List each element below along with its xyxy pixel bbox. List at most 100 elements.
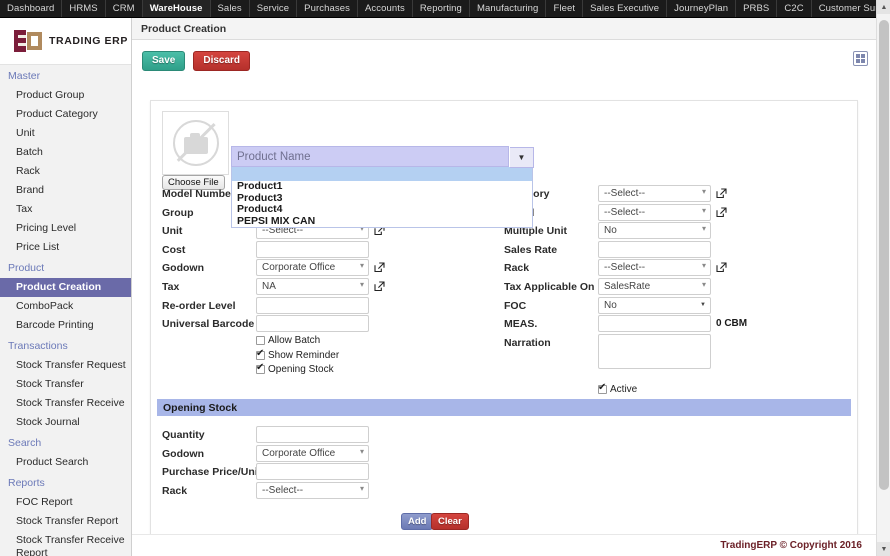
input-sales-rate[interactable]	[598, 240, 711, 258]
sidebar-item-brand[interactable]: Brand	[0, 181, 131, 200]
checkbox-active[interactable]: Active	[598, 382, 637, 395]
nav-item-manufacturing[interactable]: Manufacturing	[470, 0, 547, 17]
select-godown[interactable]: Corporate Office	[256, 259, 369, 277]
nav-item-prbs[interactable]: PRBS	[736, 0, 778, 17]
product-name-combobox[interactable]: Product Name ▼ Product1 Product3 Product4 P…	[231, 146, 534, 228]
discard-button[interactable]: Discard	[193, 51, 251, 71]
product-name-dropdown-list[interactable]: Product1 Product3 Product4 PEPSI MIX CAN	[231, 167, 533, 228]
sidebar-item-barcode-printing[interactable]: Barcode Printing	[0, 316, 131, 335]
label-purchase-price-unit: Purchase Price/Unit	[162, 466, 262, 479]
nav-item-warehouse[interactable]: WareHouse	[142, 0, 211, 17]
checkbox-allow-batch[interactable]: Allow Batch	[256, 335, 320, 346]
select-tax[interactable]: NA	[256, 278, 369, 295]
select-tax-applicable-on[interactable]: SalesRate	[598, 278, 711, 295]
external-link-icon-godown[interactable]	[374, 262, 385, 273]
select-rack[interactable]: --Select--	[598, 259, 711, 277]
sidebar-item-stock-transfer-receive[interactable]: Stock Transfer Receive	[0, 394, 131, 413]
sidebar-item-product-search[interactable]: Product Search	[0, 453, 131, 472]
nav-item-dashboard[interactable]: Dashboard	[0, 0, 63, 17]
textarea-narration[interactable]	[598, 333, 711, 369]
label-foc: FOC	[504, 299, 527, 312]
nav-item-hrms[interactable]: HRMS	[62, 0, 106, 17]
sidebar-item-product-group[interactable]: Product Group	[0, 86, 131, 105]
sidebar-item-pricing-level[interactable]: Pricing Level	[0, 219, 131, 238]
select-category[interactable]: --Select--	[598, 185, 711, 202]
label-re-order-level: Re-order Level	[162, 299, 236, 312]
sidebar-item-foc-report[interactable]: FOC Report	[0, 493, 131, 512]
input-universal-barcode[interactable]	[256, 315, 369, 333]
scroll-up-icon[interactable]: ▲	[877, 0, 890, 14]
product-form-card: Choose File Product Name ▼ Product1 Produ…	[150, 100, 858, 540]
scroll-down-icon[interactable]: ▼	[877, 542, 890, 556]
add-button[interactable]: Add	[401, 513, 434, 530]
field-value: --Select--	[604, 206, 646, 218]
sidebar-item-stock-transfer[interactable]: Stock Transfer	[0, 375, 131, 394]
product-name-input[interactable]: Product Name ▼	[231, 146, 534, 168]
label-narration: Narration	[504, 336, 551, 349]
grid-panel-icon[interactable]	[853, 51, 868, 66]
top-navigation-bar: Dashboard HRMS CRM WareHouse Sales Service Pur…	[0, 0, 890, 18]
sidebar-item-batch[interactable]: Batch	[0, 143, 131, 162]
nav-item-accounts[interactable]: Accounts	[358, 0, 413, 17]
checkbox-box[interactable]	[256, 348, 265, 360]
sidebar-item-product-category[interactable]: Product Category	[0, 105, 131, 124]
external-link-icon-rack[interactable]	[716, 262, 727, 273]
nav-item-journeyplan[interactable]: JourneyPlan	[667, 0, 737, 17]
dropdown-option-product4[interactable]: Product4	[232, 203, 532, 216]
sidebar-item-combopack[interactable]: ComboPack	[0, 297, 131, 316]
sidebar-group-search: Search	[8, 437, 42, 449]
input-cost[interactable]	[256, 240, 369, 258]
nav-item-purchases[interactable]: Purchases	[297, 0, 358, 17]
field-value: --Select--	[262, 484, 304, 496]
external-link-icon-tax[interactable]	[374, 281, 385, 292]
dropdown-option-product1[interactable]: Product1	[232, 180, 532, 193]
input-meas-[interactable]	[598, 315, 711, 333]
label-group: Group	[162, 206, 194, 219]
select-foc[interactable]: No	[598, 296, 711, 314]
checkbox-label: Show Reminder	[268, 349, 340, 361]
dropdown-option-pepsi-mix-can[interactable]: PEPSI MIX CAN	[232, 215, 532, 228]
sidebar-item-tax[interactable]: Tax	[0, 200, 131, 219]
trading-erp-logo-icon	[14, 30, 42, 52]
external-link-icon-category[interactable]	[716, 188, 727, 199]
meas-unit-label: 0 CBM	[716, 318, 748, 330]
select-godown[interactable]: Corporate Office	[256, 444, 369, 462]
application-window: Dashboard HRMS CRM WareHouse Sales Service Pur…	[0, 0, 890, 556]
sidebar-item-rack[interactable]: Rack	[0, 162, 131, 181]
nav-item-sales[interactable]: Sales	[211, 0, 250, 17]
scrollbar-thumb[interactable]	[879, 20, 889, 490]
sidebar-item-product-creation[interactable]: Product Creation	[0, 278, 131, 297]
sidebar-item-stock-transfer-request[interactable]: Stock Transfer Request	[0, 356, 131, 375]
sidebar-group-reports: Reports	[8, 477, 45, 489]
nav-item-reporting[interactable]: Reporting	[413, 0, 470, 17]
sidebar-item-price-list[interactable]: Price List	[0, 238, 131, 257]
checkbox-show-reminder[interactable]: Show Reminder	[256, 348, 340, 361]
input-purchase-price-unit[interactable]	[256, 463, 369, 481]
nav-item-sales-executive[interactable]: Sales Executive	[583, 0, 668, 17]
chevron-down-icon[interactable]: ▼	[510, 147, 534, 168]
checkbox-opening-stock[interactable]: Opening Stock	[256, 362, 334, 375]
checkbox-box[interactable]	[256, 362, 265, 374]
checkbox-box[interactable]	[256, 336, 265, 345]
clear-button[interactable]: Clear	[431, 513, 469, 530]
label-meas-: MEAS.	[504, 318, 538, 331]
nav-item-service[interactable]: Service	[250, 0, 298, 17]
page-scrollbar[interactable]: ▲ ▼	[876, 0, 890, 556]
input-quantity[interactable]	[256, 426, 369, 443]
nav-item-fleet[interactable]: Fleet	[546, 0, 584, 17]
nav-item-crm[interactable]: CRM	[106, 0, 143, 17]
sidebar-item-unit[interactable]: Unit	[0, 124, 131, 143]
select-brand[interactable]: --Select--	[598, 203, 711, 221]
save-button[interactable]: Save	[142, 51, 186, 71]
sidebar-item-stock-journal[interactable]: Stock Journal	[0, 413, 131, 432]
nav-item-c2c[interactable]: C2C	[777, 0, 812, 17]
checkbox-box[interactable]	[598, 382, 607, 394]
dropdown-option-blank[interactable]	[232, 167, 532, 181]
external-link-icon-brand[interactable]	[716, 207, 727, 218]
field-value: NA	[262, 281, 276, 292]
sidebar-item-stock-transfer-report[interactable]: Stock Transfer Report	[0, 512, 131, 531]
sidebar-item-stock-transfer-receive-report[interactable]: Stock Transfer Receive Report	[0, 531, 131, 556]
select-multiple-unit[interactable]: No	[598, 222, 711, 240]
select-rack[interactable]: --Select--	[256, 481, 369, 499]
input-re-order-level[interactable]	[256, 296, 369, 314]
